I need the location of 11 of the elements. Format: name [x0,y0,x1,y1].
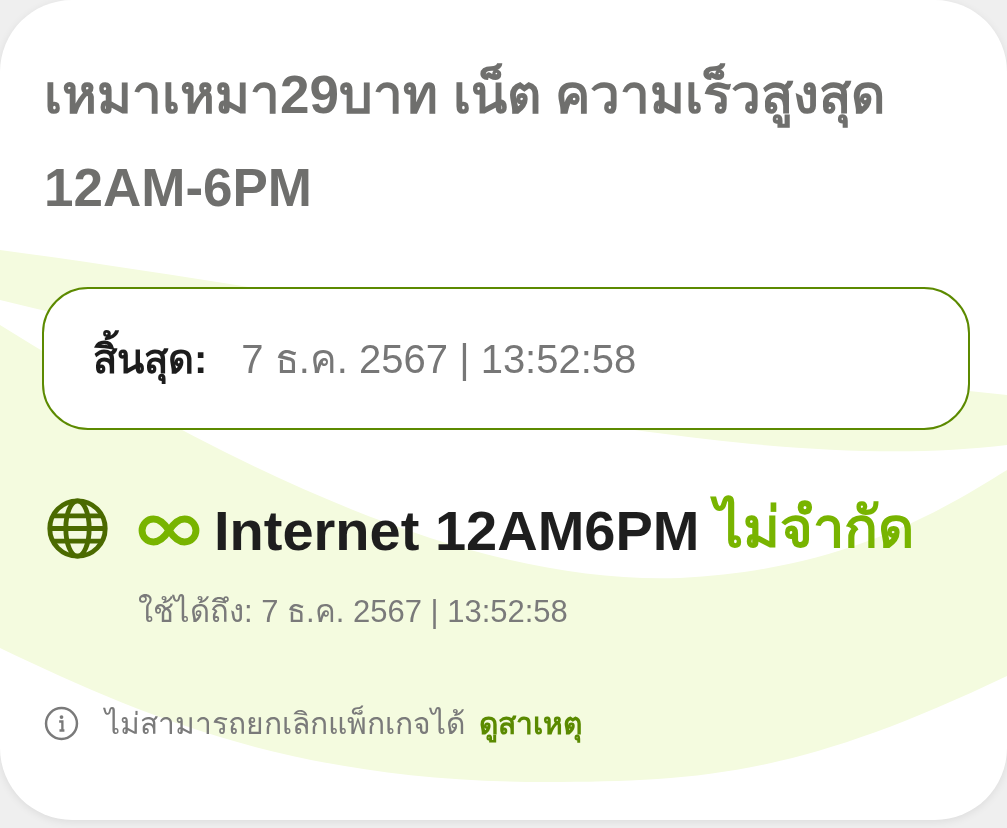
package-title: เหมาเหมา29บาท เน็ต ความเร็วสูงสุด 12AM-6PM [44,62,887,219]
info-icon [44,706,79,741]
globe-icon [47,498,108,559]
benefit-name: Internet 12AM6PM [214,497,700,563]
valid-until-text: ใช้ได้ถึง: 7 ธ.ค. 2567 | 13:52:58 [138,593,569,631]
expiry-date: 7 ธ.ค. 2567 | 13:52:58 [241,335,637,383]
expiry-label: สิ้นสุด: [93,326,208,391]
quota-label: ไม่จำกัด [709,487,921,573]
infinity-icon [138,514,200,546]
reason-link[interactable]: ดูสาเหตุ [479,700,582,747]
notice-text: ไม่สามารถยกเลิกแพ็กเกจได้ [105,704,465,742]
